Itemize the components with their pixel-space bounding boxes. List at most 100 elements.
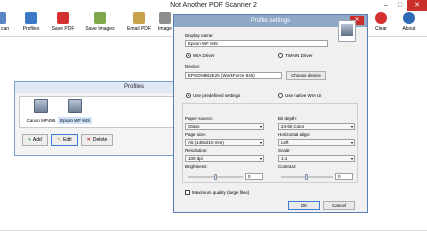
ok-button[interactable]: OK bbox=[288, 201, 320, 210]
twain-driver-label: TWAIN Driver bbox=[285, 53, 313, 58]
cancel-button[interactable]: Cancel bbox=[323, 201, 355, 210]
window-controls: – □ ✕ bbox=[379, 0, 427, 11]
bit-depth-select[interactable]: 24-bit Color ▾ bbox=[278, 123, 355, 130]
save-pdf-button[interactable]: Save PDF bbox=[51, 12, 75, 36]
twain-driver-radio[interactable]: TWAIN Driver bbox=[278, 53, 313, 58]
scanner-icon bbox=[338, 20, 356, 42]
close-window-button[interactable]: ✕ bbox=[407, 0, 427, 11]
image-label: Image bbox=[158, 26, 172, 32]
clear-label: Clear bbox=[375, 26, 387, 32]
profiles-icon bbox=[25, 12, 37, 24]
chevron-down-icon: ▾ bbox=[350, 124, 353, 129]
edit-profile-button[interactable]: ✎ Edit bbox=[50, 134, 78, 146]
profiles-button[interactable]: Profiles bbox=[20, 12, 42, 36]
brightness-label: Brightness: bbox=[185, 164, 208, 169]
paper-source-select[interactable]: Glass ▾ bbox=[185, 123, 264, 130]
chevron-down-icon: ▾ bbox=[350, 140, 353, 145]
max-quality-checkbox[interactable]: Maximum quality (large files) bbox=[185, 190, 249, 195]
save-pdf-label: Save PDF bbox=[51, 26, 75, 32]
clear-button[interactable]: Clear bbox=[372, 12, 390, 36]
add-label: Add bbox=[32, 137, 42, 143]
native-wia-label: Use native WIA UI bbox=[285, 93, 322, 98]
about-label: About bbox=[402, 26, 416, 32]
wia-driver-label: WIA Driver bbox=[193, 53, 215, 58]
pdf-icon bbox=[57, 12, 69, 24]
display-name-label: Display name: bbox=[185, 33, 214, 38]
scale-select[interactable]: 1:1 ▾ bbox=[278, 155, 355, 162]
display-name-input[interactable]: Epson WF 845 bbox=[185, 40, 328, 47]
profile-settings-dialog: Profile settings ✕ Display name: Epson W… bbox=[173, 14, 368, 213]
status-bar bbox=[0, 230, 427, 240]
max-quality-label: Maximum quality (large files) bbox=[192, 190, 250, 195]
profile-item[interactable]: Epson WF 845 bbox=[58, 99, 92, 124]
email-icon bbox=[133, 12, 145, 24]
info-icon bbox=[403, 12, 415, 24]
edit-label: Edit bbox=[63, 137, 72, 143]
about-button[interactable]: About bbox=[398, 12, 420, 36]
email-pdf-label: Email PDF bbox=[127, 26, 151, 32]
horizontal-align-select[interactable]: Left ▾ bbox=[278, 139, 355, 146]
profiles-label: Profiles bbox=[22, 26, 40, 32]
save-images-button[interactable]: Save Images bbox=[85, 12, 115, 36]
native-wia-radio[interactable]: Use native WIA UI bbox=[278, 93, 322, 98]
minimize-button[interactable]: – bbox=[379, 0, 393, 11]
scale-value: 1:1 bbox=[281, 156, 288, 161]
predefined-settings-radio[interactable]: Use predefined settings bbox=[186, 93, 240, 98]
profile-item-label: Epson WF 845 bbox=[58, 117, 92, 124]
contrast-slider-handle[interactable] bbox=[305, 174, 308, 180]
predefined-settings-label: Use predefined settings bbox=[193, 93, 241, 98]
checkbox-icon bbox=[185, 190, 190, 195]
horizontal-align-value: Left bbox=[281, 140, 289, 145]
radio-selected-icon bbox=[186, 53, 191, 58]
brightness-input[interactable]: 0 bbox=[245, 173, 263, 180]
wia-driver-radio[interactable]: WIA Driver bbox=[186, 53, 215, 58]
radio-unselected-icon bbox=[278, 93, 283, 98]
delete-label: Delete bbox=[92, 137, 108, 143]
chevron-down-icon: ▾ bbox=[259, 124, 262, 129]
profile-item-label: Canon MP495 bbox=[26, 118, 56, 123]
window-title: Not Another PDF Scanner 2 bbox=[170, 2, 257, 9]
plus-icon: + bbox=[28, 137, 31, 143]
chevron-down-icon: ▾ bbox=[350, 156, 353, 161]
contrast-input[interactable]: 0 bbox=[335, 173, 353, 180]
device-field: EPSON8B2E25 (WorkForce 845) bbox=[185, 72, 282, 79]
bit-depth-label: Bit depth: bbox=[278, 116, 298, 121]
resolution-select[interactable]: 100 dpi ▾ bbox=[185, 155, 264, 162]
images-icon bbox=[94, 12, 106, 24]
page-size-select[interactable]: A5 (148x210 mm) ▾ bbox=[185, 139, 264, 146]
main-title-bar: Not Another PDF Scanner 2 – □ ✕ bbox=[0, 0, 427, 11]
dialog-title: Profile settings bbox=[250, 18, 291, 24]
paper-source-label: Paper source: bbox=[185, 116, 214, 121]
clear-icon bbox=[375, 12, 387, 24]
radio-unselected-icon bbox=[278, 53, 283, 58]
device-label: Device: bbox=[185, 64, 201, 69]
bit-depth-value: 24-bit Color bbox=[281, 124, 305, 129]
delete-profile-button[interactable]: ✕ Delete bbox=[80, 134, 114, 146]
paper-source-value: Glass bbox=[188, 124, 200, 129]
profiles-title: Profiles bbox=[123, 84, 144, 90]
scanner-icon bbox=[34, 99, 48, 113]
scanner-icon bbox=[0, 12, 6, 24]
chevron-down-icon: ▾ bbox=[259, 156, 262, 161]
pencil-icon: ✎ bbox=[56, 137, 62, 143]
save-images-label: Save Images bbox=[85, 26, 115, 32]
image-button[interactable]: Image bbox=[156, 12, 174, 36]
profile-item[interactable]: Canon MP495 bbox=[24, 99, 58, 124]
choose-device-button[interactable]: Choose device bbox=[286, 71, 326, 80]
email-pdf-button[interactable]: Email PDF bbox=[125, 12, 153, 36]
page-size-label: Page size: bbox=[185, 132, 207, 137]
scanner-icon bbox=[68, 99, 82, 113]
maximize-button[interactable]: □ bbox=[393, 0, 407, 11]
resolution-label: Resolution: bbox=[185, 148, 208, 153]
profiles-button-row: + Add ✎ Edit ✕ Delete bbox=[22, 134, 114, 146]
resolution-value: 100 dpi bbox=[188, 156, 203, 161]
delete-icon: ✕ bbox=[86, 137, 91, 143]
horizontal-align-label: Horizontal align: bbox=[278, 132, 311, 137]
brightness-slider-handle[interactable] bbox=[214, 174, 217, 180]
chevron-down-icon: ▾ bbox=[259, 140, 262, 145]
contrast-label: Contrast: bbox=[278, 164, 297, 169]
scan-button[interactable]: can bbox=[0, 12, 12, 36]
add-profile-button[interactable]: + Add bbox=[22, 134, 48, 146]
scan-label: can bbox=[0, 26, 10, 32]
radio-selected-icon bbox=[186, 93, 191, 98]
